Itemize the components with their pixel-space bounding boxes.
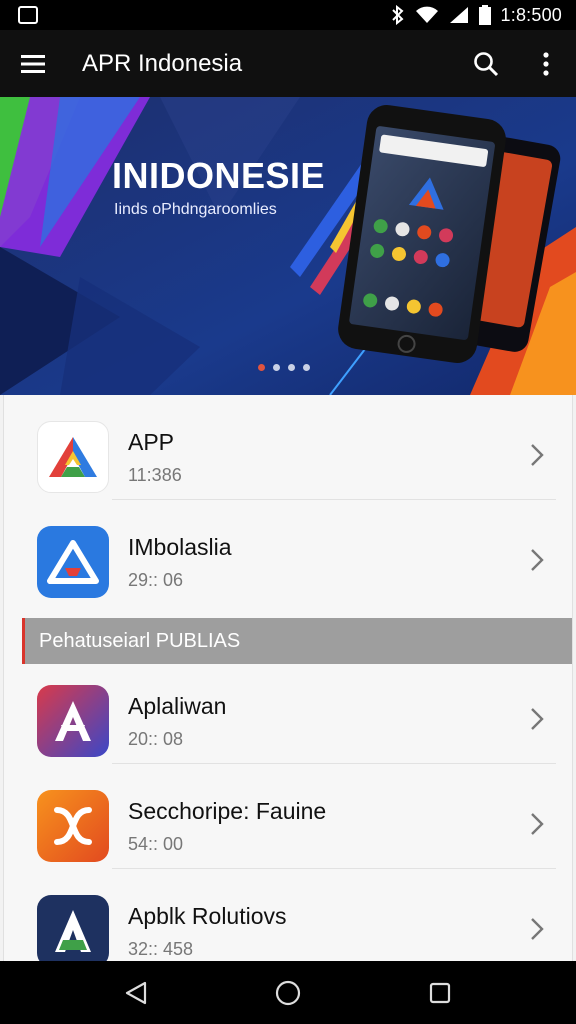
list-item[interactable]: APP 11:386: [4, 395, 572, 500]
hero-banner[interactable]: INIDONESIE Iinds oPhdngaroomlies: [0, 97, 576, 395]
system-nav-bar: [0, 961, 576, 1024]
notification-icon: [18, 6, 38, 24]
app-title: APR Indonesia: [82, 49, 243, 77]
home-icon: [275, 980, 301, 1005]
signal-icon: [449, 7, 468, 23]
carousel-dot[interactable]: [258, 364, 265, 371]
app-logo-icon: [37, 790, 109, 862]
app-subtitle: 54:: 00: [128, 834, 184, 854]
banner-title: INIDONESIE: [112, 155, 326, 196]
section-header: Pehatuseiarl PUBLIAS: [22, 618, 572, 664]
app-logo-icon: [37, 421, 109, 493]
app-bar: APR Indonesia: [0, 30, 576, 97]
back-button[interactable]: [106, 961, 166, 1024]
banner-background-art: [0, 97, 576, 395]
app-subtitle: 32:: 458: [128, 939, 194, 959]
search-icon: [474, 51, 499, 76]
app-logo-icon: [37, 685, 109, 757]
more-vert-icon: [543, 51, 549, 76]
app-name: Aplaliwan: [128, 693, 227, 719]
recents-icon: [429, 982, 451, 1003]
app-name: Apblk Rolutiovs: [128, 903, 287, 929]
more-options-button[interactable]: [516, 30, 576, 97]
status-time: 1:8:500: [500, 4, 562, 25]
chevron-right-icon: [531, 549, 544, 571]
hamburger-menu-icon: [21, 54, 45, 73]
chevron-right-icon: [531, 708, 544, 730]
bluetooth-icon: [391, 5, 404, 25]
chevron-right-icon: [531, 918, 544, 940]
app-name: Secchoripe: Fauine: [128, 798, 327, 824]
app-list: APP 11:386 IMbolaslia 29:: 06 Pehatuseia…: [3, 395, 573, 961]
carousel-dot[interactable]: [303, 364, 310, 371]
app-logo-icon: [37, 526, 109, 598]
menu-button[interactable]: [0, 30, 66, 97]
app-name: IMbolaslia: [128, 534, 232, 560]
back-icon: [125, 981, 147, 1004]
app-subtitle: 29:: 06: [128, 570, 184, 590]
wifi-icon: [415, 6, 438, 23]
carousel-dot[interactable]: [288, 364, 295, 371]
app-name: APP: [128, 429, 175, 455]
carousel-dot[interactable]: [273, 364, 280, 371]
chevron-right-icon: [531, 444, 544, 466]
app-subtitle: 11:386: [128, 465, 182, 485]
status-bar: 1:8:500: [0, 0, 576, 30]
app-subtitle: 20:: 08: [128, 729, 184, 749]
recents-button[interactable]: [410, 961, 470, 1024]
banner-subtitle: Iinds oPhdngaroomlies: [114, 201, 277, 218]
search-button[interactable]: [456, 30, 516, 97]
app-logo-icon: [37, 895, 109, 961]
home-button[interactable]: [258, 961, 318, 1024]
battery-icon: [478, 5, 491, 25]
list-item[interactable]: Aplaliwan 20:: 08: [4, 659, 572, 764]
list-item[interactable]: Secchoripe: Fauine 54:: 00: [4, 764, 572, 869]
carousel-indicator[interactable]: [258, 364, 310, 371]
list-item[interactable]: IMbolaslia 29:: 06: [4, 500, 572, 605]
chevron-right-icon: [531, 813, 544, 835]
list-item[interactable]: Apblk Rolutiovs 32:: 458: [4, 869, 572, 961]
